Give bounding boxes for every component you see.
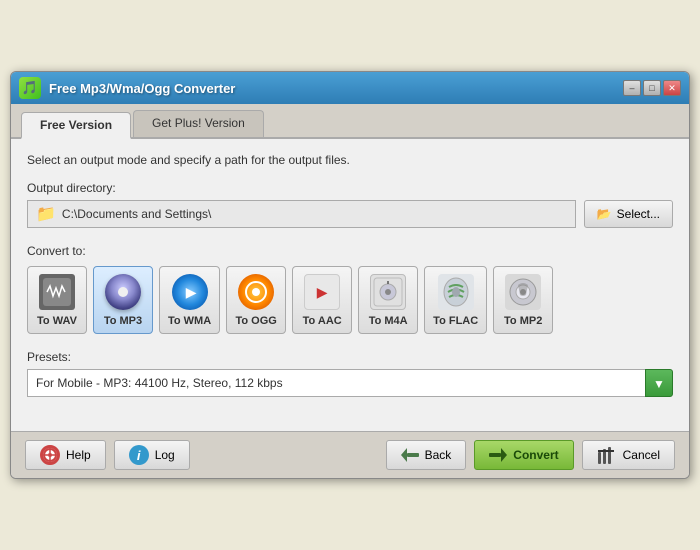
m4a-icon <box>369 273 407 311</box>
format-btn-flac[interactable]: To FLAC <box>424 266 487 334</box>
wav-icon <box>38 273 76 311</box>
format-btn-m4a[interactable]: To M4A <box>358 266 418 334</box>
select-dir-button[interactable]: 📂 Select... <box>584 200 673 228</box>
format-btn-wma[interactable]: To WMA <box>159 266 220 334</box>
wav-label: To WAV <box>37 315 77 327</box>
tab-plus-version[interactable]: Get Plus! Version <box>133 110 264 137</box>
ogg-label: To OGG <box>235 315 276 327</box>
back-arrow-icon <box>401 448 419 462</box>
aac-label: To AAC <box>303 315 342 327</box>
mp3-label: To MP3 <box>104 315 142 327</box>
presets-input[interactable]: For Mobile - MP3: 44100 Hz, Stereo, 112 … <box>27 369 645 397</box>
back-button[interactable]: Back <box>386 440 467 470</box>
mp2-label: To MP2 <box>504 315 542 327</box>
window-controls: – □ ✕ <box>623 80 681 96</box>
help-icon <box>40 445 60 465</box>
wma-icon <box>171 273 209 311</box>
bottom-bar: Help i Log Back Convert <box>11 431 689 478</box>
main-content: Select an output mode and specify a path… <box>11 139 689 431</box>
format-btn-wav[interactable]: To WAV <box>27 266 87 334</box>
output-dir-row: 📁 C:\Documents and Settings\ 📂 Select... <box>27 200 673 228</box>
log-icon: i <box>129 445 149 465</box>
help-label: Help <box>66 448 91 462</box>
output-dir-label: Output directory: <box>27 181 673 195</box>
tab-free-version[interactable]: Free Version <box>21 112 131 139</box>
flac-label: To FLAC <box>433 315 478 327</box>
format-btn-mp2[interactable]: To MP2 <box>493 266 553 334</box>
presets-label: Presets: <box>27 350 673 364</box>
cancel-button[interactable]: Cancel <box>582 440 675 470</box>
help-button[interactable]: Help <box>25 440 106 470</box>
mp3-icon <box>104 273 142 311</box>
subtitle-text: Select an output mode and specify a path… <box>27 153 673 167</box>
cancel-icon <box>597 446 617 464</box>
presets-row: For Mobile - MP3: 44100 Hz, Stereo, 112 … <box>27 369 673 397</box>
mp2-icon <box>504 273 542 311</box>
convert-to-label: Convert to: <box>27 244 673 258</box>
folder-select-icon: 📂 <box>597 207 612 221</box>
folder-icon: 📁 <box>36 204 56 224</box>
log-button[interactable]: i Log <box>114 440 190 470</box>
minimize-button[interactable]: – <box>623 80 641 96</box>
flac-icon <box>437 273 475 311</box>
m4a-label: To M4A <box>369 315 408 327</box>
wma-label: To WMA <box>168 315 211 327</box>
convert-arrow-icon <box>489 448 507 462</box>
format-buttons-group: To WAV To MP3 To WMA <box>27 266 673 334</box>
format-btn-aac[interactable]: To AAC <box>292 266 352 334</box>
back-label: Back <box>425 448 452 462</box>
aac-icon <box>303 273 341 311</box>
log-label: Log <box>155 448 175 462</box>
output-dir-value: C:\Documents and Settings\ <box>62 207 211 221</box>
output-dir-input[interactable]: 📁 C:\Documents and Settings\ <box>27 200 576 228</box>
cancel-label: Cancel <box>623 448 660 462</box>
tabs-bar: Free Version Get Plus! Version <box>11 104 689 139</box>
presets-dropdown-button[interactable] <box>645 369 673 397</box>
format-btn-ogg[interactable]: To OGG <box>226 266 286 334</box>
app-icon: 🎵 <box>19 77 41 99</box>
maximize-button[interactable]: □ <box>643 80 661 96</box>
convert-label: Convert <box>513 448 558 462</box>
dropdown-arrow-icon <box>653 376 665 391</box>
convert-button[interactable]: Convert <box>474 440 573 470</box>
ogg-icon <box>237 273 275 311</box>
title-bar: 🎵 Free Mp3/Wma/Ogg Converter – □ ✕ <box>11 72 689 104</box>
presets-value: For Mobile - MP3: 44100 Hz, Stereo, 112 … <box>36 376 283 390</box>
close-button[interactable]: ✕ <box>663 80 681 96</box>
main-window: 🎵 Free Mp3/Wma/Ogg Converter – □ ✕ Free … <box>10 71 690 479</box>
format-btn-mp3[interactable]: To MP3 <box>93 266 153 334</box>
window-title: Free Mp3/Wma/Ogg Converter <box>49 81 615 96</box>
